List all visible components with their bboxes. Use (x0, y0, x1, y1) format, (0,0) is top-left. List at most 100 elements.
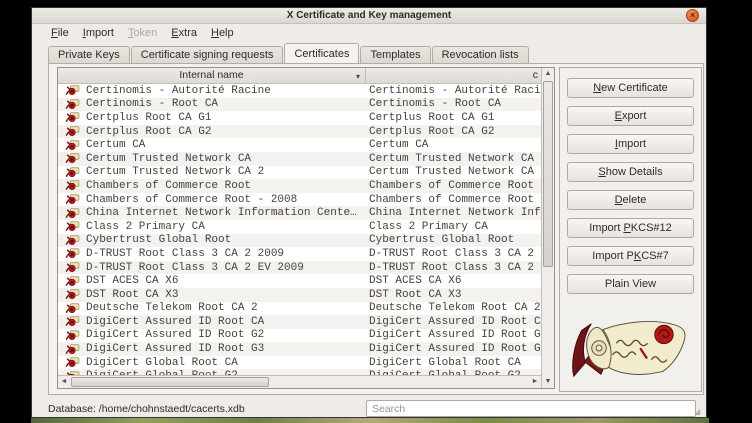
database-path-label: Database: /home/chohnstaedt/cacerts.xdb (48, 403, 245, 415)
window-title: X Certificate and Key management (32, 8, 706, 23)
table-row[interactable]: DST ACES CA X6 DST ACES CA X6 (58, 274, 541, 288)
certificate-icon (58, 235, 86, 246)
table-row[interactable]: Class 2 Primary CA Class 2 Primary CA (58, 220, 541, 234)
table-row[interactable]: Chambers of Commerce Root - 2008 Chamber… (58, 193, 541, 207)
scroll-up-icon[interactable]: ▲ (542, 68, 554, 80)
table-row[interactable]: Certplus Root CA G2 Certplus Root CA G2 (58, 125, 541, 139)
menu-help[interactable]: Help (204, 26, 241, 40)
row-internal-name: Chambers of Commerce Root - 2008 (86, 194, 366, 206)
table-row[interactable]: Certum Trusted Network CA 2 Certum Trust… (58, 166, 541, 180)
tab-certificates[interactable]: Certificates (284, 43, 359, 63)
sort-indicator-icon: ▾ (356, 69, 360, 84)
row-common-name: China Internet Network Information Cente… (366, 207, 541, 219)
status-bar: Database: /home/chohnstaedt/cacerts.xdb … (48, 399, 696, 419)
tab-revocation-lists[interactable]: Revocation lists (432, 46, 529, 63)
certificate-icon (58, 194, 86, 205)
row-common-name: Certum CA (366, 139, 541, 151)
show-details-button[interactable]: Show Details (567, 162, 694, 182)
row-internal-name: D-TRUST Root Class 3 CA 2 2009 (86, 248, 366, 260)
row-internal-name: Certum Trusted Network CA 2 (86, 166, 366, 178)
table-row[interactable]: DST Root CA X3 DST Root CA X3 (58, 288, 541, 302)
tab-bar: Private Keys Certificate signing request… (48, 43, 530, 63)
scroll-left-icon[interactable]: ◄ (58, 376, 70, 388)
table-row[interactable]: DigiCert Global Root CA DigiCert Global … (58, 356, 541, 370)
certificate-rows: Certinomis - Autorité Racine Certinomis … (58, 84, 541, 375)
scroll-right-icon[interactable]: ► (529, 376, 541, 388)
new-certificate-button[interactable]: New Certificate (567, 78, 694, 98)
vertical-scrollbar-thumb[interactable] (543, 81, 553, 267)
export-button[interactable]: Export (567, 106, 694, 126)
table-row[interactable]: Deutsche Telekom Root CA 2 Deutsche Tele… (58, 302, 541, 316)
row-internal-name: DigiCert Assured ID Root G3 (86, 343, 366, 355)
tab-csr[interactable]: Certificate signing requests (131, 46, 284, 63)
row-common-name: DST Root CA X3 (366, 289, 541, 301)
row-internal-name: Certinomis - Autorité Racine (86, 85, 366, 97)
column-header-commonname[interactable]: c (366, 68, 541, 83)
table-row[interactable]: Certinomis - Autorité Racine Certinomis … (58, 84, 541, 98)
certificate-icon (58, 221, 86, 232)
row-common-name: Certplus Root CA G1 (366, 112, 541, 124)
import-pkcs12-button[interactable]: Import PKCS#12 (567, 218, 694, 238)
row-common-name: D-TRUST Root Class 3 CA 2 2009 (366, 248, 541, 260)
import-button[interactable]: Import (567, 134, 694, 154)
certificate-icon (58, 180, 86, 191)
vertical-scrollbar[interactable]: ▲ ▼ (541, 68, 554, 388)
tab-private-keys[interactable]: Private Keys (48, 46, 130, 63)
row-common-name: DigiCert Assured ID Root CA (366, 316, 541, 328)
import-pkcs7-button[interactable]: Import PKCS#7 (567, 246, 694, 266)
row-internal-name: Cybertrust Global Root (86, 234, 366, 246)
row-internal-name: D-TRUST Root Class 3 CA 2 EV 2009 (86, 262, 366, 274)
row-common-name: Class 2 Primary CA (366, 221, 541, 233)
delete-button[interactable]: Delete (567, 190, 694, 210)
row-internal-name: Certum CA (86, 139, 366, 151)
horizontal-scrollbar[interactable]: ◄ ► (58, 375, 541, 388)
table-row[interactable]: Chambers of Commerce Root Chambers of Co… (58, 179, 541, 193)
row-common-name: Chambers of Commerce Root - 2008 (366, 194, 541, 206)
menu-file[interactable]: File (44, 26, 76, 40)
row-common-name: D-TRUST Root Class 3 CA 2 EV 2009 (366, 262, 541, 274)
row-internal-name: Class 2 Primary CA (86, 221, 366, 233)
tab-templates[interactable]: Templates (360, 46, 430, 63)
plain-view-button[interactable]: Plain View (567, 274, 694, 294)
row-internal-name: Deutsche Telekom Root CA 2 (86, 302, 366, 314)
table-row[interactable]: China Internet Network Information Cente… (58, 206, 541, 220)
row-internal-name: DST Root CA X3 (86, 289, 366, 301)
horizontal-scrollbar-thumb[interactable] (71, 377, 269, 387)
certificate-icon (58, 140, 86, 151)
table-row[interactable]: D-TRUST Root Class 3 CA 2 EV 2009 D-TRUS… (58, 261, 541, 275)
search-input[interactable] (366, 400, 696, 417)
column-header-internal-name[interactable]: Internal name ▾ (58, 68, 366, 83)
certificate-icon (58, 262, 86, 273)
table-row[interactable]: Certinomis - Root CA Certinomis - Root C… (58, 98, 541, 112)
xca-scroll-logo (568, 318, 694, 387)
row-common-name: Cybertrust Global Root (366, 234, 541, 246)
certificate-icon (58, 303, 86, 314)
certificate-icon (58, 126, 86, 137)
menu-token: Token (121, 26, 164, 40)
table-row[interactable]: Certum Trusted Network CA Certum Trusted… (58, 152, 541, 166)
certificate-icon (58, 344, 86, 355)
table-row[interactable]: Cybertrust Global Root Cybertrust Global… (58, 234, 541, 248)
table-row[interactable]: DigiCert Assured ID Root G3 DigiCert Ass… (58, 342, 541, 356)
table-row[interactable]: D-TRUST Root Class 3 CA 2 2009 D-TRUST R… (58, 247, 541, 261)
table-row[interactable]: Certum CA Certum CA (58, 138, 541, 152)
row-internal-name: DST ACES CA X6 (86, 275, 366, 287)
certificate-icon (58, 112, 86, 123)
row-common-name: Chambers of Commerce Root (366, 180, 541, 192)
row-internal-name: DigiCert Global Root CA (86, 357, 366, 369)
close-button[interactable]: × (686, 9, 699, 22)
table-row[interactable]: DigiCert Assured ID Root CA DigiCert Ass… (58, 315, 541, 329)
table-row[interactable]: Certplus Root CA G1 Certplus Root CA G1 (58, 111, 541, 125)
resize-grip[interactable]: ◢ (694, 407, 702, 415)
scroll-down-icon[interactable]: ▼ (542, 376, 554, 388)
row-internal-name: Certplus Root CA G2 (86, 126, 366, 138)
certificate-icon (58, 153, 86, 164)
table-row[interactable]: DigiCert Assured ID Root G2 DigiCert Ass… (58, 329, 541, 343)
menu-extra[interactable]: Extra (164, 26, 204, 40)
table-header: Internal name ▾ c (58, 68, 541, 84)
column-header-label: Internal name (179, 69, 243, 81)
certificates-pane: Internal name ▾ c Certinomis - Autorité … (48, 63, 704, 395)
row-common-name: Certinomis - Autorité Racine (366, 85, 541, 97)
menu-import[interactable]: Import (76, 26, 121, 40)
certificate-icon (58, 85, 86, 96)
